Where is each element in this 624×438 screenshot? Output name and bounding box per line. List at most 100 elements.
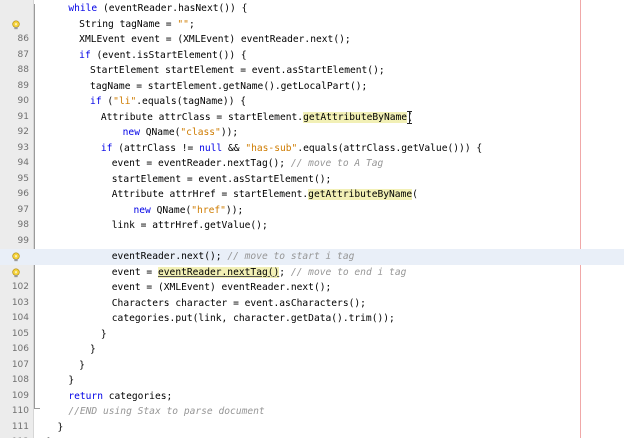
line-number: 98 — [17, 220, 29, 230]
code-token: event = (XMLEvent) eventReader.next(); — [111, 282, 332, 293]
code-line[interactable]: 93 if (attrClass != null && "has-sub".equ… — [0, 141, 624, 157]
code-text[interactable]: String tagName = ""; — [79, 17, 195, 33]
code-token: ( — [101, 96, 114, 107]
code-token-hl: eventReader.nextTag() — [158, 266, 280, 278]
code-line[interactable]: 88 StartElement startElement = event.asSt… — [0, 63, 624, 79]
code-token: .equals(attrClass.getValue())) { — [297, 142, 483, 154]
code-text[interactable]: StartElement startElement = event.asStar… — [90, 63, 385, 79]
code-line[interactable]: 103 Characters character = event.asCharac… — [0, 296, 624, 312]
code-token: (attrClass != — [112, 142, 200, 154]
code-token: } — [79, 359, 85, 371]
code-text[interactable]: eventReader.next(); // move to start i t… — [112, 249, 355, 265]
code-line[interactable]: 99 — [0, 234, 624, 250]
code-token: event = eventReader.nextTag(); — [111, 158, 291, 169]
line-number: 86 — [17, 34, 29, 44]
code-text[interactable]: new QName("class")); — [123, 125, 239, 141]
code-token-kw: if — [79, 49, 91, 61]
code-text[interactable]: link = attrHref.getValue(); — [112, 218, 268, 234]
code-text[interactable]: if (event.isStartElement()) { — [79, 48, 247, 64]
code-text[interactable]: } — [79, 358, 85, 374]
code-text[interactable]: Attribute attrClass = startElement.getAt… — [101, 110, 413, 126]
line-number: 108 — [11, 375, 29, 385]
code-token: } — [90, 344, 96, 355]
code-line[interactable]: while (eventReader.hasNext()) { — [0, 1, 624, 17]
line-number: 94 — [17, 158, 29, 168]
code-line[interactable]: 105} — [0, 327, 624, 343]
code-line[interactable]: 107} — [0, 358, 624, 374]
code-token-cm: // move to start i tag — [227, 251, 355, 262]
code-token: Attribute attrClass = startElement. — [100, 111, 304, 123]
code-line[interactable]: 98 link = attrHref.getValue(); — [0, 218, 624, 234]
code-line[interactable]: 90 if ("li".equals(tagName)) { — [0, 94, 624, 110]
warning-lightbulb-icon[interactable] — [10, 252, 22, 262]
code-text[interactable]: while (eventReader.hasNext()) { — [68, 1, 247, 17]
code-line[interactable]: 108} — [0, 373, 624, 389]
code-token-cm: // move to A Tag — [290, 158, 384, 169]
code-text[interactable]: if ("li".equals(tagName)) { — [90, 94, 246, 110]
code-text[interactable]: event = eventReader.nextTag(); // move t… — [112, 156, 383, 172]
code-line[interactable]: event = eventReader.nextTag(); // move t… — [0, 265, 624, 281]
code-line[interactable]: 102 event = (XMLEvent) eventReader.next()… — [0, 280, 624, 296]
code-token: QName( — [139, 127, 181, 138]
code-token-str: "has-sub" — [245, 142, 298, 154]
code-text[interactable]: categories.put(link, character.getData()… — [112, 311, 395, 327]
line-number: 107 — [11, 359, 29, 370]
code-token-kw: null — [199, 142, 223, 154]
code-text[interactable]: } — [90, 342, 96, 358]
code-line[interactable]: 104 categories.put(link, character.getDat… — [0, 311, 624, 327]
code-line[interactable]: 106} — [0, 342, 624, 358]
code-line[interactable]: 109 return categories; — [0, 389, 624, 405]
code-token: Attribute attrHref = startElement. — [111, 189, 309, 200]
code-line[interactable]: 96 Attribute attrHref = startElement.getA… — [0, 187, 624, 203]
line-number: 95 — [17, 173, 29, 184]
code-lines[interactable]: while (eventReader.hasNext()) {String ta… — [0, 1, 624, 438]
code-text[interactable]: Characters character = event.asCharacter… — [112, 296, 366, 312]
code-text[interactable]: XMLEvent event = (XMLEvent) eventReader.… — [79, 32, 350, 48]
code-text[interactable]: event = (XMLEvent) eventReader.next(); — [112, 280, 332, 296]
code-token: event = — [111, 266, 158, 278]
code-token: String tagName = — [79, 18, 178, 30]
code-text[interactable]: startElement = event.asStartElement(); — [112, 172, 332, 188]
code-text[interactable]: new QName("href")); — [134, 203, 244, 219]
code-line[interactable]: eventReader.next(); // move to start i t… — [0, 249, 624, 265]
code-token-cm: // move to end i tag — [290, 266, 407, 278]
code-text[interactable]: return categories; — [68, 389, 172, 405]
line-number: 99 — [17, 235, 29, 246]
code-line[interactable]: 87 if (event.isStartElement()) { — [0, 48, 624, 64]
code-token: ; — [279, 266, 291, 278]
warning-lightbulb-icon[interactable] — [10, 20, 22, 30]
code-token-hl: getAttributeByName — [308, 189, 413, 200]
code-text[interactable]: event = eventReader.nextTag(); // move t… — [111, 265, 407, 281]
code-token: ; — [188, 18, 195, 30]
code-line[interactable]: 97 new QName("href")); — [0, 203, 624, 219]
code-editor[interactable]: while (eventReader.hasNext()) {String ta… — [0, 0, 624, 438]
code-text[interactable]: } — [57, 420, 63, 436]
line-number: 105 — [11, 328, 29, 339]
code-text[interactable]: } — [68, 373, 74, 389]
code-line[interactable]: 94 event = eventReader.nextTag(); // move… — [0, 156, 624, 172]
warning-lightbulb-icon[interactable] — [10, 268, 22, 278]
code-token: link = attrHref.getValue(); — [111, 220, 268, 231]
code-token-kw: if — [90, 96, 102, 107]
line-number: 109 — [11, 390, 29, 401]
code-line[interactable]: 86 XMLEvent event = (XMLEvent) eventReade… — [0, 32, 624, 48]
line-number: 88 — [17, 65, 29, 75]
code-line[interactable]: 91 Attribute attrClass = startElement.get… — [0, 110, 624, 126]
code-text[interactable]: //END using Stax to parse document — [68, 404, 264, 420]
line-number: 104 — [11, 313, 29, 323]
code-text[interactable]: if (attrClass != null && "has-sub".equal… — [101, 141, 482, 157]
code-token: .equals(tagName)) { — [136, 96, 247, 107]
code-text[interactable]: } — [101, 327, 107, 343]
code-line[interactable]: 110 //END using Stax to parse document — [0, 404, 624, 420]
code-token-str: "" — [177, 18, 189, 30]
code-line[interactable]: String tagName = ""; — [0, 17, 624, 33]
code-line[interactable]: 95 startElement = event.asStartElement(); — [0, 172, 624, 188]
code-text[interactable]: tagName = startElement.getName().getLoca… — [90, 79, 367, 95]
code-line[interactable]: 92 new QName("class")); — [0, 125, 624, 141]
code-line[interactable]: 89 tagName = startElement.getName().getLo… — [0, 79, 624, 95]
code-token-kw: new — [133, 204, 151, 216]
line-number: 91 — [17, 111, 29, 122]
code-token: XMLEvent event = (XMLEvent) eventReader.… — [79, 34, 351, 45]
code-line[interactable]: 111} — [0, 420, 624, 436]
code-text[interactable]: Attribute attrHref = startElement.getAtt… — [112, 187, 418, 203]
